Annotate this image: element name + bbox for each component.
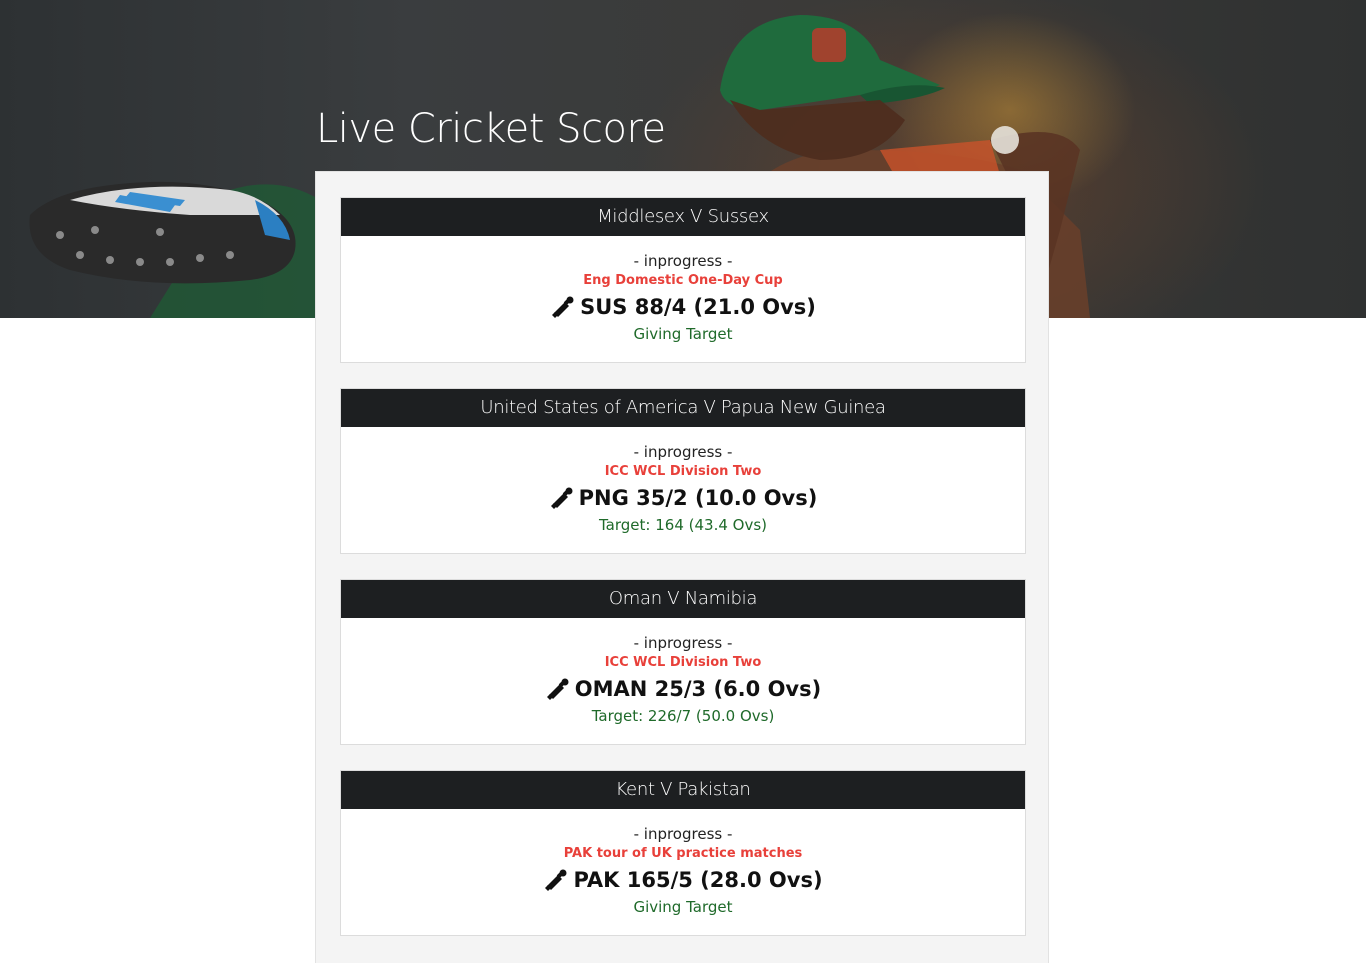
match-card[interactable]: Kent V Pakistan - inprogress - PAK tour … [340,770,1026,936]
target-text: Giving Target [633,325,733,343]
match-status: - inprogress - [633,825,733,843]
score-line: PAK 165/5 (28.0 Ovs) [543,864,823,896]
score-text: PNG 35/2 (10.0 Ovs) [578,486,818,510]
target-text: Target: 226/7 (50.0 Ovs) [591,707,775,725]
target-text: Target: 164 (43.4 Ovs) [599,516,767,534]
match-body: - inprogress - ICC WCL Division Two OMAN… [341,618,1025,726]
series-name: ICC WCL Division Two [604,655,762,670]
series-name: ICC WCL Division Two [604,464,762,479]
score-line: OMAN 25/3 (6.0 Ovs) [545,673,821,705]
score-text: PAK 165/5 (28.0 Ovs) [573,868,823,892]
match-title[interactable]: Middlesex V Sussex [341,198,1025,236]
series-name: PAK tour of UK practice matches [563,846,803,861]
match-title[interactable]: United States of America V Papua New Gui… [341,389,1025,427]
match-card[interactable]: United States of America V Papua New Gui… [340,388,1026,554]
match-body: - inprogress - ICC WCL Division Two PNG … [341,427,1025,535]
cricket-bat-icon [550,487,573,509]
match-card[interactable]: Oman V Namibia - inprogress - ICC WCL Di… [340,579,1026,745]
cricket-bat-icon [546,678,569,700]
match-status: - inprogress - [633,252,733,270]
match-title[interactable]: Kent V Pakistan [341,771,1025,809]
cricket-bat-icon [552,296,574,318]
score-text: OMAN 25/3 (6.0 Ovs) [574,677,822,701]
page-title: Live Cricket Score [316,106,666,152]
match-status: - inprogress - [633,634,733,652]
match-card[interactable]: Middlesex V Sussex - inprogress - Eng Do… [340,197,1026,363]
score-text: SUS 88/4 (21.0 Ovs) [580,295,816,319]
match-title[interactable]: Oman V Namibia [341,580,1025,618]
score-line: SUS 88/4 (21.0 Ovs) [550,291,816,323]
target-text: Giving Target [633,898,733,916]
series-name: Eng Domestic One-Day Cup [583,273,783,288]
scores-panel: Middlesex V Sussex - inprogress - Eng Do… [315,171,1049,963]
match-body: - inprogress - Eng Domestic One-Day Cup … [341,236,1025,344]
match-body: - inprogress - PAK tour of UK practice m… [341,809,1025,917]
score-line: PNG 35/2 (10.0 Ovs) [549,482,818,514]
match-status: - inprogress - [633,443,733,461]
cricket-bat-icon [545,869,567,891]
